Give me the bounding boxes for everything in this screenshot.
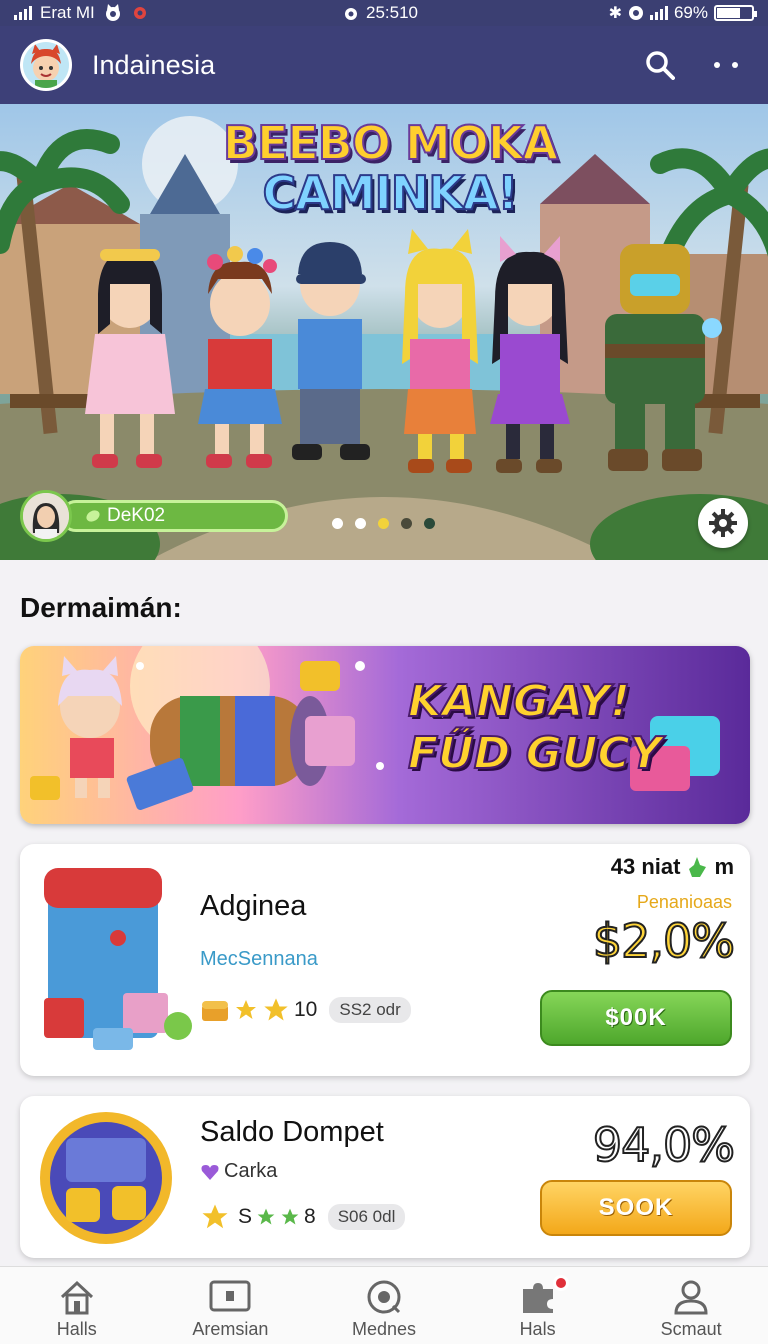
offer-name: Adginea (200, 890, 307, 922)
notification-gear-icon (133, 7, 146, 19)
offer-rating: S 8 S06 0dl (200, 1202, 406, 1232)
star-icon (257, 1208, 275, 1225)
search-button[interactable] (638, 43, 682, 87)
player-profile-pill[interactable]: DeK02 (20, 490, 288, 542)
gear-icon (709, 509, 737, 537)
nav-item-mednes[interactable]: Mednes (307, 1267, 461, 1344)
star-icon (264, 998, 288, 1021)
offer-percent: $2,0% (592, 913, 736, 969)
hero-title-line-2: CAMINKA! (262, 165, 520, 221)
battery-percent: 69% (673, 3, 708, 22)
wallet-coin-thumbnail (40, 1112, 172, 1244)
percent-label: Penanioaas (636, 892, 732, 912)
carousel-dot[interactable] (401, 518, 412, 529)
promo-banner[interactable]: KANGAY! FŰD GUCY (20, 646, 750, 824)
section-title: Dermaimán: (20, 592, 182, 623)
compass-icon (367, 1280, 401, 1314)
promo-line-1: KANGAY! (407, 675, 631, 728)
nav-label: Mednes (351, 1319, 416, 1339)
cat-icon (105, 4, 120, 21)
purple-heart-icon (201, 1164, 219, 1180)
notification-badge (552, 1275, 569, 1291)
nav-item-halls[interactable]: Halls (0, 1267, 154, 1344)
offer-card[interactable]: Adginea MecSennana 10 SS2 odr 43 niat m … (20, 844, 750, 1076)
carousel-dot[interactable] (332, 518, 343, 529)
app-header: Indainesia (0, 26, 768, 104)
leaf-icon (86, 510, 100, 522)
nav-item-scmaut[interactable]: Scmaut (614, 1267, 768, 1344)
offer-rating: 10 SS2 odr (200, 996, 411, 1024)
offer-subtitle: MecSennana (200, 948, 318, 970)
clock: 25:510 (366, 3, 418, 22)
signal-strength-icon (649, 6, 668, 20)
rating-count: 10 (294, 998, 318, 1021)
nav-item-hals[interactable]: Hals (461, 1267, 615, 1344)
offer-subtitle: Carka (224, 1160, 278, 1182)
offer-subtitle-row: Carka (200, 1160, 277, 1183)
settings-button[interactable] (698, 498, 748, 548)
carousel-dots[interactable] (332, 518, 435, 529)
claim-button[interactable]: SOOK (540, 1180, 732, 1236)
offer-card[interactable]: Saldo Dompet Carka S 8 S06 0dl 94,0% SOO… (20, 1096, 750, 1258)
offer-meta: 43 niat m (611, 854, 734, 880)
chest-icon (202, 1001, 228, 1021)
carrier-name: Erat MI (40, 3, 95, 22)
offer-meta-suffix: m (714, 854, 734, 879)
hero-title-line-1: BEEBO MOKA (222, 115, 559, 171)
puzzle-icon (522, 1283, 553, 1313)
order-chip: SS2 odr (329, 997, 411, 1023)
bluetooth-icon: ✱ (608, 5, 622, 22)
carousel-dot[interactable] (424, 518, 435, 529)
star-icon (202, 1204, 228, 1229)
carousel-dot[interactable] (355, 518, 366, 529)
battery-icon (714, 5, 757, 21)
promo-headline: KANGAY! FŰD GUCY (407, 675, 668, 780)
search-icon (646, 51, 675, 80)
star-icon (281, 1208, 299, 1225)
claim-button[interactable]: $00K (540, 990, 732, 1046)
page-title: Indainesia (92, 49, 216, 80)
more-icon (714, 62, 738, 68)
location-icon (628, 6, 643, 20)
offer-name: Saldo Dompet (200, 1116, 384, 1148)
star-icon (236, 1000, 256, 1019)
user-icon (674, 1280, 708, 1315)
nav-label: Halls (56, 1319, 97, 1339)
offer-percent: 94,0% (592, 1117, 736, 1173)
rating-prefix: S (238, 1205, 253, 1228)
carousel-dot-active[interactable] (378, 518, 389, 529)
promo-line-2: FŰD GUCY (407, 727, 663, 780)
nav-label: Hals (519, 1319, 556, 1339)
offer-meta-text: 43 niat (610, 854, 681, 879)
nav-label: Aremsian (192, 1319, 269, 1339)
order-chip: S06 0dl (327, 1204, 406, 1230)
mailbox-gift-thumbnail (44, 868, 192, 1050)
user-avatar[interactable] (20, 39, 72, 91)
hero-title: BEEBO MOKA CAMINKA! (200, 115, 580, 221)
player-avatar (20, 490, 72, 542)
bottom-navigation: Halls Aremsian Mednes Hals Scmaut (0, 1266, 768, 1344)
signal-icon (14, 6, 32, 20)
rating-count: 8 (304, 1205, 316, 1228)
nav-label: Scmaut (660, 1319, 722, 1339)
player-name-bar: DeK02 (60, 500, 288, 532)
nav-item-aremsian[interactable]: Aremsian (154, 1267, 308, 1344)
tv-icon (209, 1280, 251, 1312)
status-bar: Erat MI 25:510 ✱ 69% (0, 0, 768, 26)
more-options-button[interactable] (704, 43, 748, 87)
alarm-icon (345, 8, 357, 20)
home-icon (60, 1280, 93, 1315)
player-name: DeK02 (107, 505, 166, 526)
green-thumb-icon (689, 857, 707, 877)
